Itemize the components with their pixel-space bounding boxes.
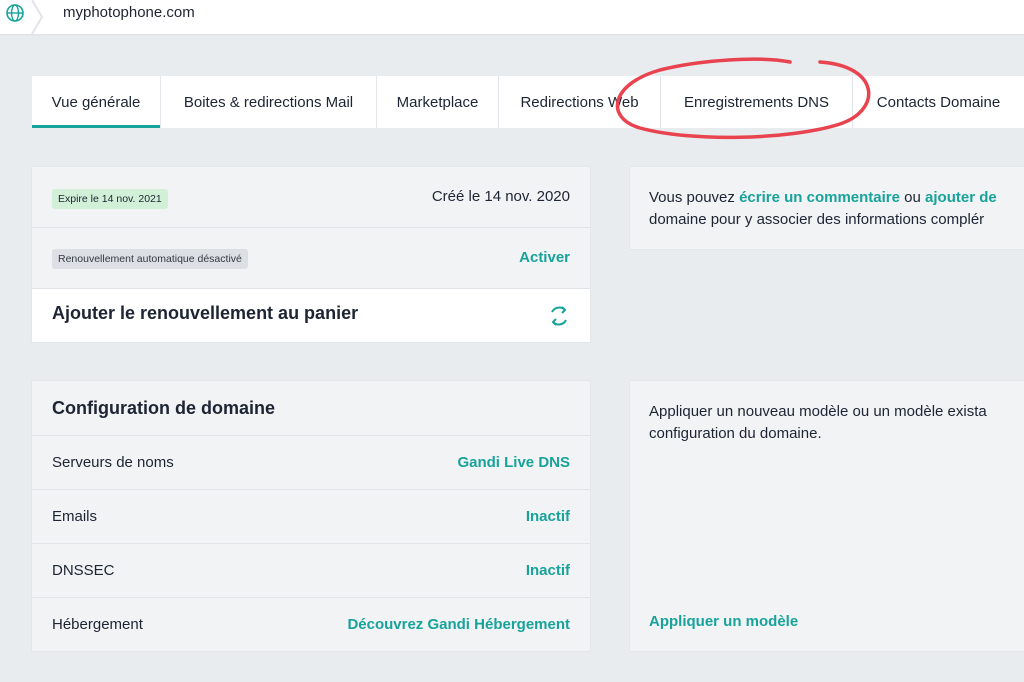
template-description: Appliquer un nouveau modèle ou un modèle…	[649, 401, 987, 445]
nameservers-label: Serveurs de noms	[52, 454, 174, 471]
tab-marketplace[interactable]: Marketplace	[377, 76, 499, 128]
tab-label: Contacts Domaine	[876, 93, 1001, 111]
tab-label: Vue générale	[51, 93, 141, 111]
nameservers-value[interactable]: Gandi Live DNS	[457, 454, 570, 471]
write-comment-link[interactable]: écrire un commentaire	[739, 189, 900, 206]
dnssec-value[interactable]: Inactif	[526, 562, 570, 579]
apply-template-link[interactable]: Appliquer un modèle	[649, 613, 798, 630]
emails-value[interactable]: Inactif	[526, 508, 570, 525]
domain-tabs: Vue générale Boites & redirections Mail …	[32, 76, 1024, 128]
comment-card: Vous pouvez écrire un commentaire ou ajo…	[630, 167, 1024, 249]
refresh-icon[interactable]	[546, 303, 572, 329]
config-header-row: Configuration de domaine	[32, 381, 590, 436]
tab-mailboxes[interactable]: Boites & redirections Mail	[161, 76, 377, 128]
hosting-row: Hébergement Découvrez Gandi Hébergement	[32, 598, 590, 651]
add-renewal-row[interactable]: Ajouter le renouvellement au panier	[32, 289, 590, 342]
add-info-link[interactable]: ajouter de	[925, 189, 997, 206]
config-title: Configuration de domaine	[52, 398, 275, 418]
renewal-card: Expire le 14 nov. 2021 Créé le 14 nov. 2…	[32, 167, 590, 342]
auto-renew-badge: Renouvellement automatique désactivé	[52, 249, 248, 269]
expiry-row: Expire le 14 nov. 2021 Créé le 14 nov. 2…	[32, 167, 590, 228]
domain-config-card: Configuration de domaine Serveurs de nom…	[32, 381, 590, 651]
tab-domain-contacts[interactable]: Contacts Domaine	[853, 76, 1024, 128]
template-line1: Appliquer un nouveau modèle ou un modèle…	[649, 403, 987, 420]
breadcrumb-bar: myphotophone.com	[0, 0, 1024, 34]
template-line2: configuration du domaine.	[649, 425, 822, 442]
activate-link[interactable]: Activer	[519, 249, 570, 266]
globe-icon[interactable]	[4, 2, 26, 24]
comment-text-start: Vous pouvez	[649, 189, 740, 206]
created-date: Créé le 14 nov. 2020	[431, 188, 570, 205]
nameservers-row: Serveurs de noms Gandi Live DNS	[32, 436, 590, 490]
expiry-badge: Expire le 14 nov. 2021	[52, 189, 168, 209]
tab-label: Enregistrements DNS	[683, 93, 830, 111]
hosting-value[interactable]: Découvrez Gandi Hébergement	[347, 616, 570, 633]
template-card: Appliquer un nouveau modèle ou un modèle…	[630, 381, 1024, 651]
auto-renew-row: Renouvellement automatique désactivé Act…	[32, 228, 590, 289]
tab-label: Redirections Web	[520, 93, 639, 111]
tab-overview[interactable]: Vue générale	[32, 76, 161, 128]
tab-label: Marketplace	[396, 93, 479, 111]
hosting-label: Hébergement	[52, 616, 143, 633]
emails-label: Emails	[52, 508, 98, 525]
breadcrumb-domain[interactable]: myphotophone.com	[63, 4, 195, 21]
comment-text-line2: domaine pour y associer des informations…	[649, 211, 985, 228]
comment-text-mid: ou	[899, 189, 926, 206]
add-renewal-label[interactable]: Ajouter le renouvellement au panier	[52, 303, 358, 324]
tab-dns-records[interactable]: Enregistrements DNS	[661, 76, 853, 128]
dnssec-label: DNSSEC	[52, 562, 115, 579]
tab-label: Boites & redirections Mail	[183, 93, 354, 111]
breadcrumb-separator	[31, 0, 44, 34]
comment-text: Vous pouvez écrire un commentaire ou ajo…	[649, 187, 997, 231]
emails-row: Emails Inactif	[32, 490, 590, 544]
dnssec-row: DNSSEC Inactif	[32, 544, 590, 598]
tab-web-redirects[interactable]: Redirections Web	[499, 76, 661, 128]
